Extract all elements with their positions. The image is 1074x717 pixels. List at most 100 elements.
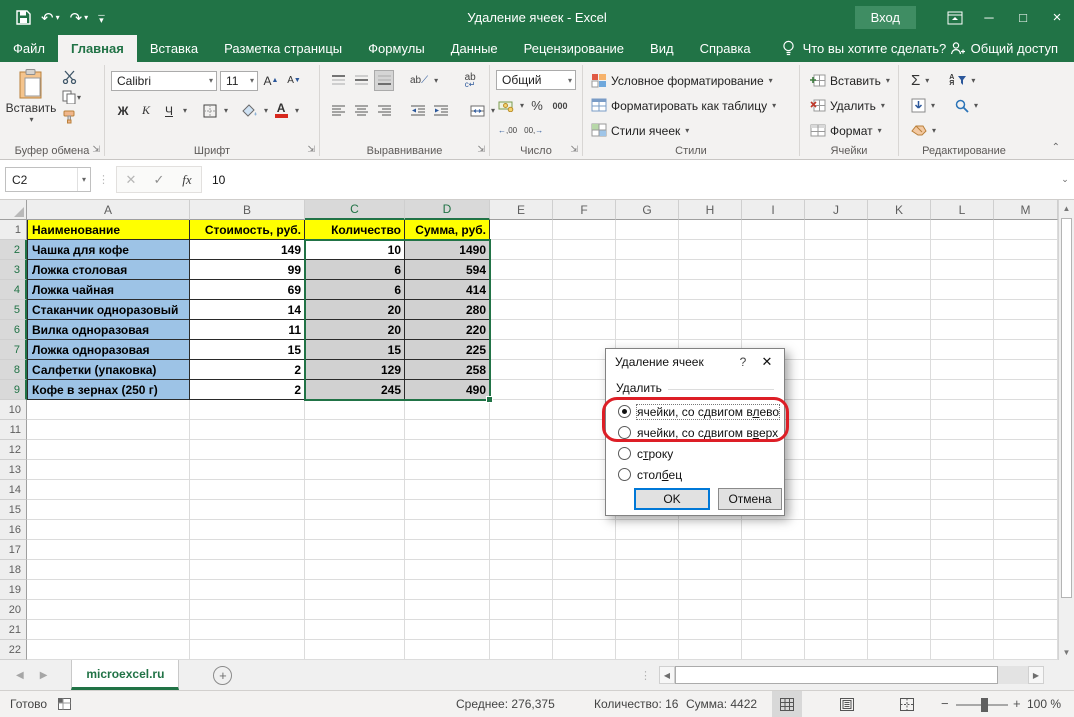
cell-J7[interactable] bbox=[805, 340, 868, 360]
clear-button[interactable] bbox=[911, 125, 927, 136]
cell-I3[interactable] bbox=[742, 260, 805, 280]
find-select-button[interactable] bbox=[955, 99, 969, 113]
cell-K9[interactable] bbox=[868, 380, 931, 400]
cell-M4[interactable] bbox=[994, 280, 1058, 300]
zoom-out-icon[interactable]: − bbox=[941, 696, 949, 711]
cell-J3[interactable] bbox=[805, 260, 868, 280]
format-cells-button[interactable]: Формат▾ bbox=[808, 118, 898, 143]
row-header-13[interactable]: 13 bbox=[0, 460, 27, 480]
cell-C12[interactable] bbox=[305, 440, 405, 460]
cell-F6[interactable] bbox=[553, 320, 616, 340]
cell-I6[interactable] bbox=[742, 320, 805, 340]
row-header-1[interactable]: 1 bbox=[0, 220, 27, 240]
cell-G18[interactable] bbox=[616, 560, 679, 580]
row-header-2[interactable]: 2 bbox=[0, 240, 27, 260]
cell-J20[interactable] bbox=[805, 600, 868, 620]
cell-K2[interactable] bbox=[868, 240, 931, 260]
vertical-scrollbar-thumb[interactable] bbox=[1061, 218, 1072, 598]
cell-J18[interactable] bbox=[805, 560, 868, 580]
tab-file[interactable]: Файл bbox=[0, 35, 58, 62]
column-header-L[interactable]: L bbox=[931, 200, 994, 220]
vertical-scrollbar[interactable]: ▲ ▼ bbox=[1058, 200, 1074, 660]
cell-C8[interactable]: 129 bbox=[305, 360, 405, 380]
cell-J17[interactable] bbox=[805, 540, 868, 560]
cell-G1[interactable] bbox=[616, 220, 679, 240]
cell-A21[interactable] bbox=[27, 620, 190, 640]
cell-M13[interactable] bbox=[994, 460, 1058, 480]
share-button[interactable]: Общий доступ bbox=[950, 35, 1058, 62]
cell-A10[interactable] bbox=[27, 400, 190, 420]
cell-B20[interactable] bbox=[190, 600, 305, 620]
cell-B11[interactable] bbox=[190, 420, 305, 440]
cell-E19[interactable] bbox=[490, 580, 553, 600]
cell-L18[interactable] bbox=[931, 560, 994, 580]
cell-E9[interactable] bbox=[490, 380, 553, 400]
cell-F1[interactable] bbox=[553, 220, 616, 240]
ok-button[interactable]: OK bbox=[634, 488, 710, 510]
cell-H17[interactable] bbox=[679, 540, 742, 560]
cell-J16[interactable] bbox=[805, 520, 868, 540]
cell-A4[interactable]: Ложка чайная bbox=[27, 280, 190, 300]
cell-J22[interactable] bbox=[805, 640, 868, 660]
row-header-7[interactable]: 7 bbox=[0, 340, 27, 360]
cell-L7[interactable] bbox=[931, 340, 994, 360]
cell-B9[interactable]: 2 bbox=[190, 380, 305, 400]
row-header-14[interactable]: 14 bbox=[0, 480, 27, 500]
cell-J10[interactable] bbox=[805, 400, 868, 420]
cell-M22[interactable] bbox=[994, 640, 1058, 660]
insert-cells-button[interactable]: Вставить▾ bbox=[808, 68, 898, 93]
row-header-6[interactable]: 6 bbox=[0, 320, 27, 340]
accounting-dropdown-icon[interactable]: ▾ bbox=[520, 101, 524, 110]
number-dialog-launcher-icon[interactable]: ⇲ bbox=[570, 144, 578, 155]
cell-C18[interactable] bbox=[305, 560, 405, 580]
tell-me-box[interactable]: Что вы хотите сделать? bbox=[782, 35, 947, 62]
cell-B17[interactable] bbox=[190, 540, 305, 560]
cell-K18[interactable] bbox=[868, 560, 931, 580]
cell-K1[interactable] bbox=[868, 220, 931, 240]
cell-F22[interactable] bbox=[553, 640, 616, 660]
cell-E16[interactable] bbox=[490, 520, 553, 540]
cell-B22[interactable] bbox=[190, 640, 305, 660]
column-header-A[interactable]: A bbox=[27, 200, 190, 220]
name-box-dropdown-icon[interactable]: ▾ bbox=[77, 168, 90, 191]
row-header-11[interactable]: 11 bbox=[0, 420, 27, 440]
radio-option-4[interactable]: столбец bbox=[618, 464, 778, 485]
cell-K14[interactable] bbox=[868, 480, 931, 500]
cell-I22[interactable] bbox=[742, 640, 805, 660]
scroll-up-icon[interactable]: ▲ bbox=[1059, 200, 1074, 216]
radio-circle-3[interactable] bbox=[618, 447, 631, 460]
tab-view[interactable]: Вид bbox=[637, 35, 687, 62]
cell-D21[interactable] bbox=[405, 620, 490, 640]
cell-C19[interactable] bbox=[305, 580, 405, 600]
radio-option-3[interactable]: строку bbox=[618, 443, 778, 464]
cell-L5[interactable] bbox=[931, 300, 994, 320]
align-top-icon[interactable] bbox=[328, 70, 348, 91]
cell-E17[interactable] bbox=[490, 540, 553, 560]
align-bottom-icon[interactable] bbox=[374, 70, 394, 91]
scroll-down-icon[interactable]: ▼ bbox=[1059, 644, 1074, 660]
cell-K15[interactable] bbox=[868, 500, 931, 520]
italic-button[interactable]: К bbox=[136, 100, 156, 121]
column-header-C[interactable]: C bbox=[305, 200, 405, 220]
cell-J21[interactable] bbox=[805, 620, 868, 640]
tab-review[interactable]: Рецензирование bbox=[511, 35, 637, 62]
formula-bar-splitter[interactable]: ⋮ bbox=[98, 173, 109, 186]
cell-J4[interactable] bbox=[805, 280, 868, 300]
cell-M21[interactable] bbox=[994, 620, 1058, 640]
cell-styles-button[interactable]: Стили ячеек▾ bbox=[589, 118, 799, 143]
cancel-entry-icon[interactable]: ✕ bbox=[117, 172, 145, 188]
orientation-button[interactable]: ab⟋ bbox=[408, 70, 430, 91]
cell-D11[interactable] bbox=[405, 420, 490, 440]
row-header-18[interactable]: 18 bbox=[0, 560, 27, 580]
cell-D12[interactable] bbox=[405, 440, 490, 460]
cell-E22[interactable] bbox=[490, 640, 553, 660]
cell-I16[interactable] bbox=[742, 520, 805, 540]
cell-H16[interactable] bbox=[679, 520, 742, 540]
cell-D7[interactable]: 225 bbox=[405, 340, 490, 360]
confirm-entry-icon[interactable]: ✓ bbox=[145, 172, 173, 188]
maximize-button[interactable]: □ bbox=[1006, 0, 1040, 35]
cell-I18[interactable] bbox=[742, 560, 805, 580]
cell-B2[interactable]: 149 bbox=[190, 240, 305, 260]
cell-I5[interactable] bbox=[742, 300, 805, 320]
cell-E8[interactable] bbox=[490, 360, 553, 380]
